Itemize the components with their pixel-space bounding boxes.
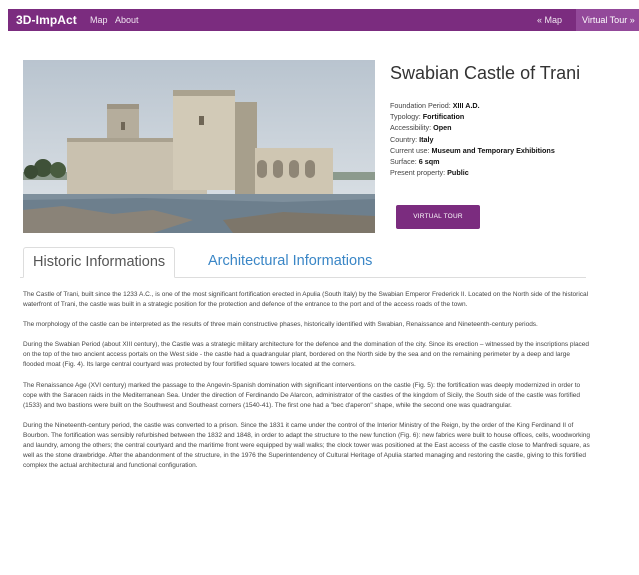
- tab-historic-informations[interactable]: Historic Informations: [23, 247, 176, 278]
- fact-present-property: Present property: Public: [390, 167, 635, 178]
- fact-value: Open: [433, 123, 452, 133]
- fact-value: Italy: [419, 134, 434, 144]
- fact-value: Public: [447, 168, 469, 178]
- fact-country: Country: Italy: [390, 134, 635, 145]
- virtual-tour-button[interactable]: VIRTUAL TOUR: [396, 205, 480, 229]
- fact-value: Museum and Temporary Exhibitions: [431, 145, 555, 155]
- fact-foundation-period: Foundation Period: XIII A.D.: [390, 100, 635, 111]
- fact-accessibility: Accessibility: Open: [390, 122, 635, 133]
- castle-photo: [23, 60, 375, 233]
- castle-facts: Foundation Period: XIII A.D. Typology: F…: [390, 100, 635, 178]
- fact-surface: Surface: 6 sqm: [390, 156, 635, 167]
- nav-link-map[interactable]: Map: [90, 15, 108, 25]
- castle-title: Swabian Castle of Trani: [390, 63, 581, 83]
- fact-label: Typology:: [390, 112, 423, 122]
- fact-label: Present property:: [390, 168, 448, 178]
- brand-logo[interactable]: 3D-ImpAct: [16, 13, 77, 27]
- history-paragraph: During the Swabian Period (about XIII ce…: [23, 341, 590, 369]
- historic-content: The Castle of Trani, built since the 123…: [23, 290, 593, 481]
- fact-label: Surface:: [390, 157, 419, 167]
- tab-architectural-informations[interactable]: Architectural Informations: [199, 247, 381, 278]
- info-tabs: Historic Informations Architectural Info…: [20, 247, 586, 278]
- fact-value: 6 sqm: [418, 157, 440, 167]
- fact-label: Foundation Period:: [390, 101, 453, 110]
- history-paragraph: During the Nineteenth-century period, th…: [23, 421, 591, 470]
- fact-label: Current use:: [390, 145, 432, 155]
- fact-typology: Typology: Fortification: [390, 111, 635, 122]
- history-paragraph: The morphology of the castle can be inte…: [23, 321, 538, 329]
- castle-photo-image: [23, 60, 375, 233]
- nav-back-to-map[interactable]: « Map: [537, 15, 562, 25]
- fact-value: XIII A.D.: [452, 101, 480, 110]
- fact-value: Fortification: [422, 112, 465, 122]
- top-navbar: 3D-ImpAct Map About « Map Virtual Tour »: [8, 9, 639, 31]
- fact-label: Accessibility:: [390, 123, 434, 133]
- history-paragraph: The Renaissance Age (XVI century) marked…: [23, 381, 581, 409]
- nav-virtual-tour-active[interactable]: Virtual Tour »: [576, 9, 639, 31]
- fact-current-use: Current use: Museum and Temporary Exhibi…: [390, 145, 635, 156]
- nav-link-about[interactable]: About: [115, 15, 139, 25]
- fact-label: Country:: [390, 134, 420, 144]
- history-paragraph: The Castle of Trani, built since the 123…: [23, 291, 589, 309]
